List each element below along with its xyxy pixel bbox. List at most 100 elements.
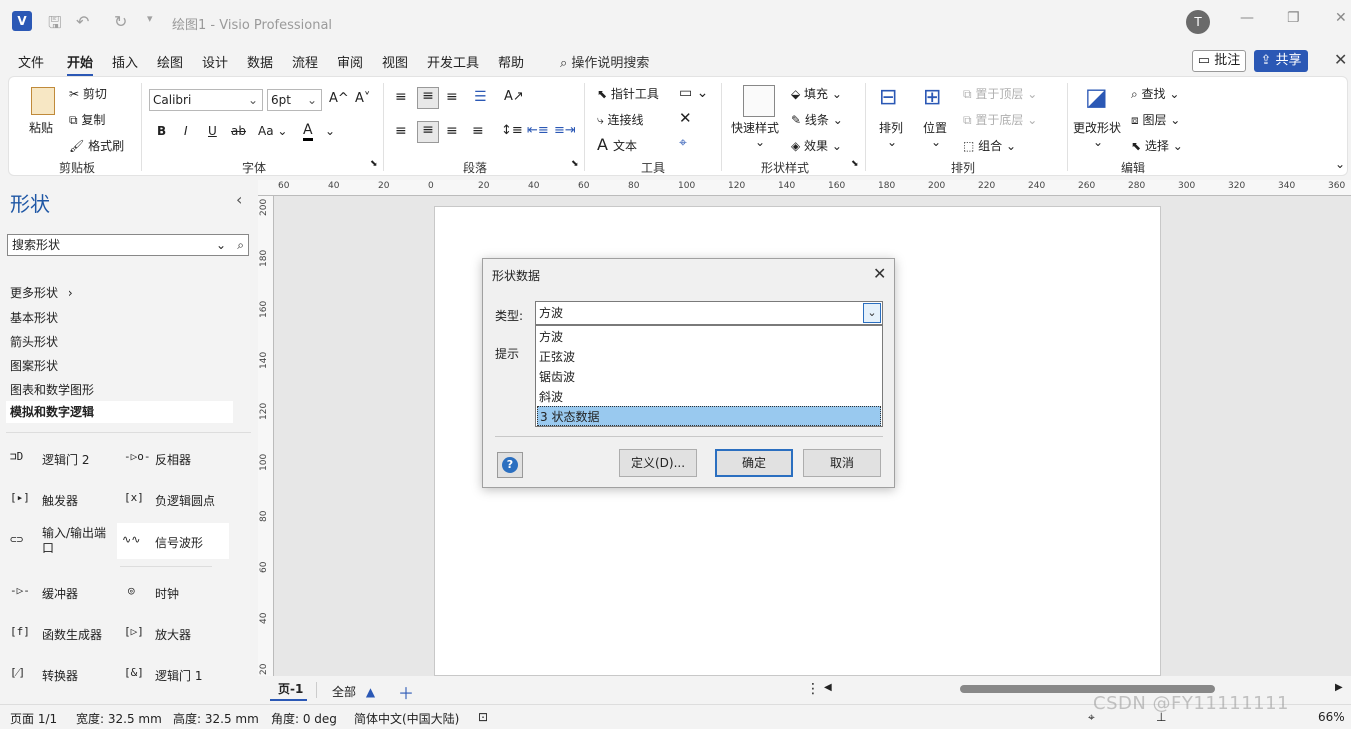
tab-process[interactable]: 流程 [292,52,318,71]
shape-inverter[interactable]: 反相器 [155,451,191,468]
horizontal-scrollbar-thumb[interactable] [960,685,1215,693]
collapse-panel-icon[interactable]: ‹ [236,190,242,209]
option-ramp-wave[interactable]: 斜波 [537,387,881,407]
connector-button[interactable]: ⤷ 连接线 [597,111,644,128]
rectangle-icon[interactable]: ▭ ⌄ [679,85,708,101]
help-button[interactable]: ? [497,452,523,478]
status-language[interactable]: 简体中文(中国大陆) [354,710,459,727]
change-shape-button[interactable]: 更改形状 [1073,119,1121,136]
bullets-icon[interactable]: ☰ [474,89,487,105]
chevron-down-icon[interactable]: ⌄ [1093,135,1103,149]
chevron-down-icon[interactable]: ⌄ [887,135,897,149]
quick-styles-button[interactable]: 快速样式 [731,119,779,136]
justify-icon[interactable]: ≡ [472,123,484,139]
avatar[interactable]: T [1186,10,1210,34]
stencil-analog-digital-logic[interactable]: 模拟和数字逻辑 [6,401,233,423]
format-painter-button[interactable]: 🖌 格式刷 [69,137,124,154]
shape-converter[interactable]: 转换器 [42,667,78,684]
scroll-left-icon[interactable]: ◀ [824,682,832,693]
tab-file[interactable]: 文件 [18,52,44,71]
tab-insert[interactable]: 插入 [112,52,138,71]
chevron-down-icon[interactable]: ⌄ [325,124,335,138]
change-case-button[interactable]: Aa ⌄ [258,124,287,138]
align-bottom-icon[interactable]: ≡ [446,89,458,105]
option-sawtooth-wave[interactable]: 锯齿波 [537,367,881,387]
dialog-launcher-icon[interactable]: ⬊ [370,159,378,169]
more-options-icon[interactable]: ⋮ [806,681,820,697]
restore-button[interactable]: ❐ [1287,10,1300,26]
decrease-indent-icon[interactable]: ⇤≡ [527,123,549,138]
find-button[interactable]: ⌕ 查找 ⌄ [1131,85,1179,102]
shape-function-generator[interactable]: 函数生成器 [42,626,102,643]
shape-logic-gate-1[interactable]: 逻辑门 1 [155,667,202,684]
chevron-down-icon[interactable]: ⌄ [863,303,881,323]
align-right-icon[interactable]: ≡ [446,123,458,139]
customize-quick-access-icon[interactable]: ▾ [147,12,153,25]
stencil-pattern-shapes[interactable]: 图案形状 [10,357,58,374]
align-left-icon[interactable]: ≡ [395,123,407,139]
bold-button[interactable]: B [157,124,166,138]
line-spacing-icon[interactable]: ↕≡ [501,123,523,138]
zoom-level[interactable]: 66% [1318,710,1345,724]
type-select[interactable]: 方波 ⌄ [535,301,883,325]
tab-design[interactable]: 设计 [202,52,228,71]
collapse-ribbon-icon[interactable]: ⌄ [1335,157,1345,171]
tab-home[interactable]: 开始 [67,52,94,77]
line-button[interactable]: ✎ 线条 ⌄ [791,111,843,128]
cancel-button[interactable]: 取消 [803,449,881,477]
pointer-tool-button[interactable]: ⬉ 指针工具 [597,85,659,102]
underline-button[interactable]: U [208,124,217,138]
copy-button[interactable]: ⧉ 复制 [69,111,105,128]
save-icon[interactable]: 🖫 [48,12,62,39]
tell-me-search[interactable]: ⌕ 操作说明搜索 [560,52,649,71]
define-button[interactable]: 定义(D)... [619,449,697,477]
fill-button[interactable]: ⬙ 填充 ⌄ [791,85,842,102]
increase-indent-icon[interactable]: ≡⇥ [554,123,576,138]
shrink-font-button[interactable]: A˅ [355,91,370,106]
tab-developer[interactable]: 开发工具 [427,52,479,71]
dialog-launcher-icon[interactable]: ⬊ [571,159,579,169]
grow-font-button[interactable]: A^ [329,91,349,106]
select-button[interactable]: ⬉ 选择 ⌄ [1131,137,1183,154]
shape-io-port[interactable]: 输入/输出端口 [42,526,112,556]
share-button[interactable]: ⇪ 共享 [1254,50,1308,72]
stencil-basic-shapes[interactable]: 基本形状 [10,309,58,326]
option-three-state-data[interactable]: 3 状态数据 [537,406,881,426]
tab-draw[interactable]: 绘图 [157,52,183,71]
font-size-combo[interactable]: 6pt ⌄ [267,89,322,111]
status-page[interactable]: 页面 1/1 [10,710,57,727]
position-button[interactable]: 位置 [923,119,947,136]
tab-data[interactable]: 数据 [247,52,273,71]
shape-clock[interactable]: 时钟 [155,585,179,602]
align-top-icon[interactable]: ≡ [395,89,407,105]
stencil-arrow-shapes[interactable]: 箭头形状 [10,333,58,350]
dialog-close-icon[interactable]: ✕ [873,264,886,283]
shape-amplifier[interactable]: 放大器 [155,626,191,643]
more-shapes-link[interactable]: 更多形状 › [10,284,73,301]
dialog-launcher-icon[interactable]: ⬊ [851,159,859,169]
align-middle-icon[interactable]: ≡ [417,87,439,109]
chevron-down-icon[interactable]: ⌄ [931,135,941,149]
connection-point-icon[interactable]: ⌖ [679,135,687,151]
close-shape-icon[interactable]: ✕ [679,109,692,127]
close-icon[interactable]: ✕ [1334,50,1347,69]
group-button[interactable]: ⬚ 组合 ⌄ [963,137,1016,154]
close-button[interactable]: ✕ [1335,10,1347,26]
arrange-button[interactable]: 排列 [879,119,903,136]
tab-view[interactable]: 视图 [382,52,408,71]
macro-record-icon[interactable]: ⊡ [478,710,488,724]
tab-review[interactable]: 审阅 [337,52,363,71]
undo-icon[interactable]: ↶ [76,12,89,31]
cut-button[interactable]: ✂ 剪切 [69,85,107,102]
option-square-wave[interactable]: 方波 [537,327,881,347]
page-tab-1[interactable]: 页-1 [270,680,308,701]
shape-signal-waveform[interactable]: 信号波形 [155,534,203,551]
align-center-icon[interactable]: ≡ [417,121,439,143]
italic-button[interactable]: I [184,124,188,138]
minimize-button[interactable]: — [1240,10,1254,26]
text-direction-icon[interactable]: A↗ [504,89,524,104]
stencil-chart-math[interactable]: 图表和数学图形 [10,381,94,398]
layers-button[interactable]: ⧈ 图层 ⌄ [1131,111,1180,128]
search-shapes-input[interactable]: 搜索形状 ⌄ ⌕ [7,234,249,256]
font-name-combo[interactable]: Calibri ⌄ [149,89,263,111]
